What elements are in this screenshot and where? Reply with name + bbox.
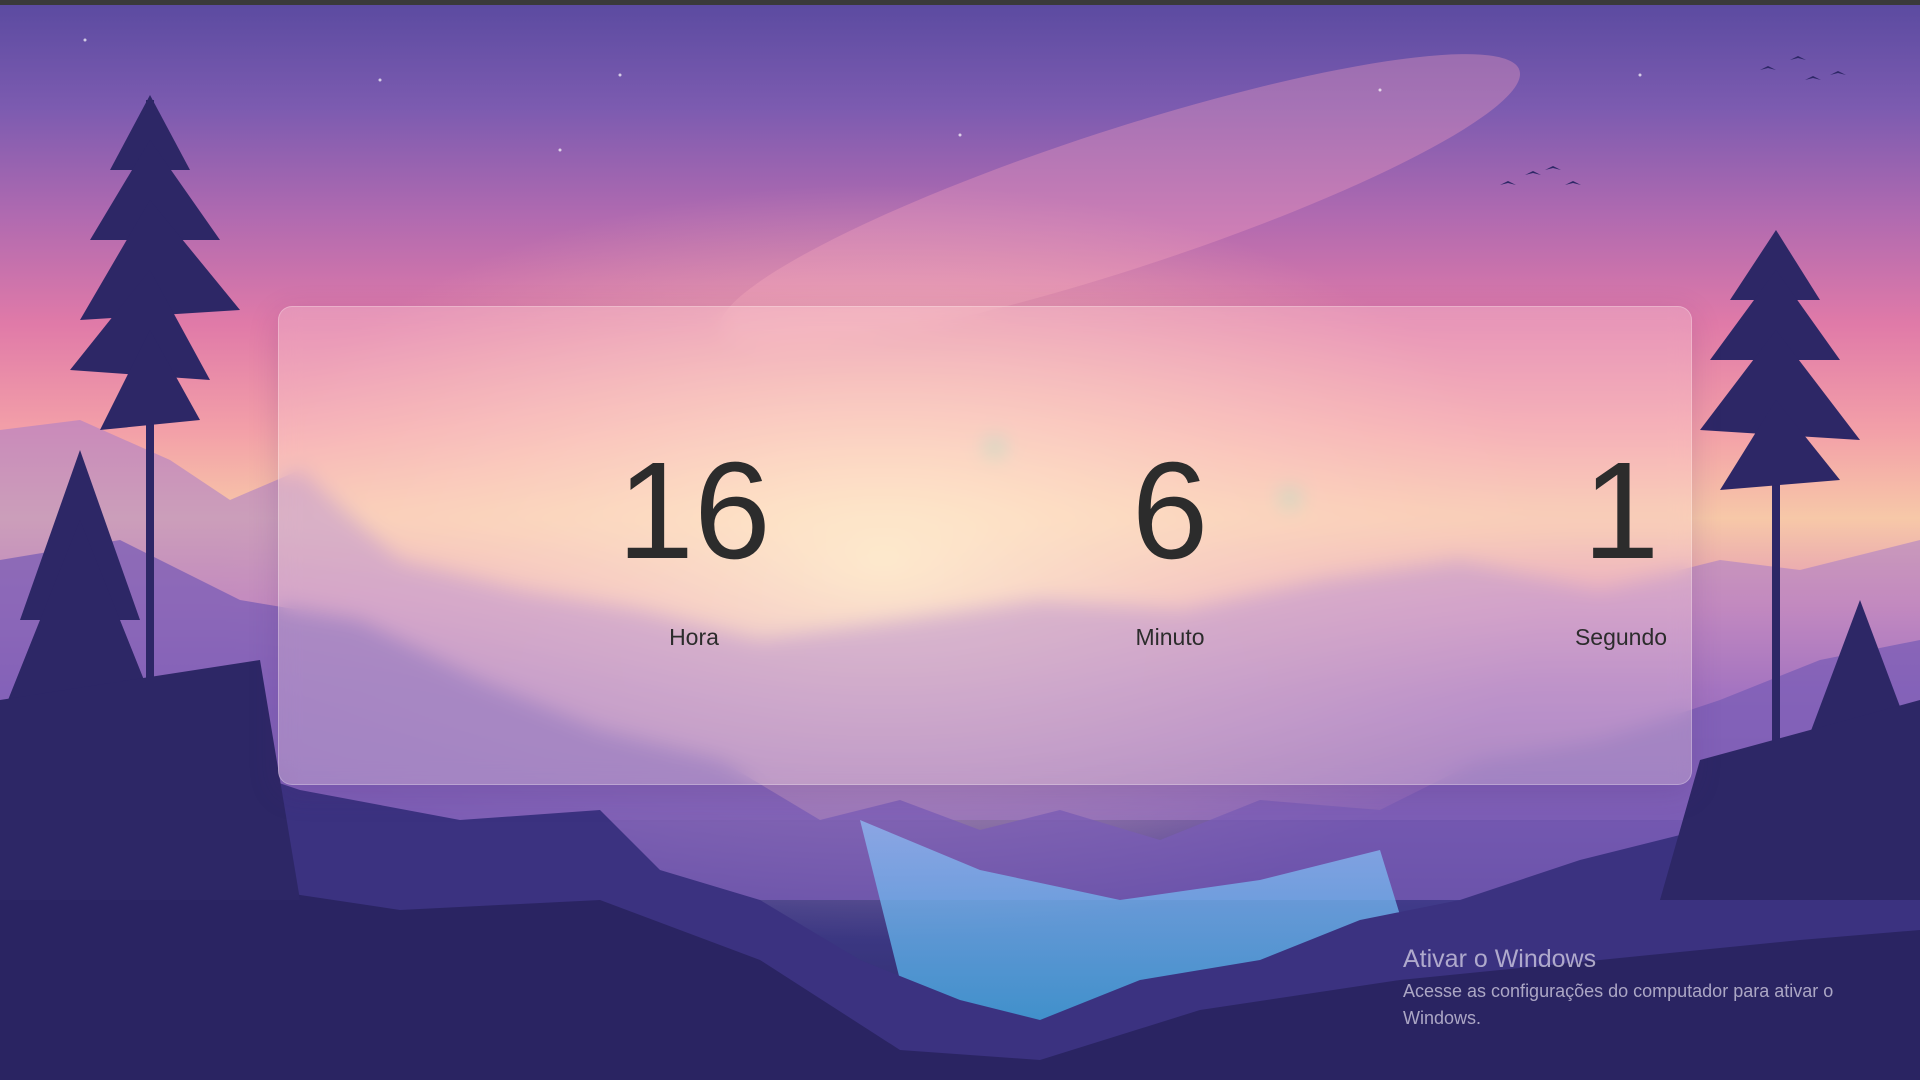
clock-panel: 16 Hora 6 Minuto 1 Segundo: [278, 306, 1692, 785]
hour-value: 16: [617, 434, 771, 588]
second-label: Segundo: [1574, 624, 1668, 650]
second-value: 1: [1582, 434, 1660, 588]
activation-subtitle-line1: Acesse as configurações do computador pa…: [1403, 981, 1834, 1001]
activation-subtitle: Acesse as configurações do computador pa…: [1403, 978, 1903, 1032]
minute-label: Minuto: [1135, 624, 1205, 650]
windows-activation-watermark: Ativar o Windows Acesse as configurações…: [1403, 944, 1903, 1032]
activation-title: Ativar o Windows: [1403, 945, 1597, 973]
activation-subtitle-line2: Windows.: [1403, 1008, 1482, 1028]
hour-label: Hora: [669, 624, 719, 650]
minute-value: 6: [1131, 434, 1209, 588]
